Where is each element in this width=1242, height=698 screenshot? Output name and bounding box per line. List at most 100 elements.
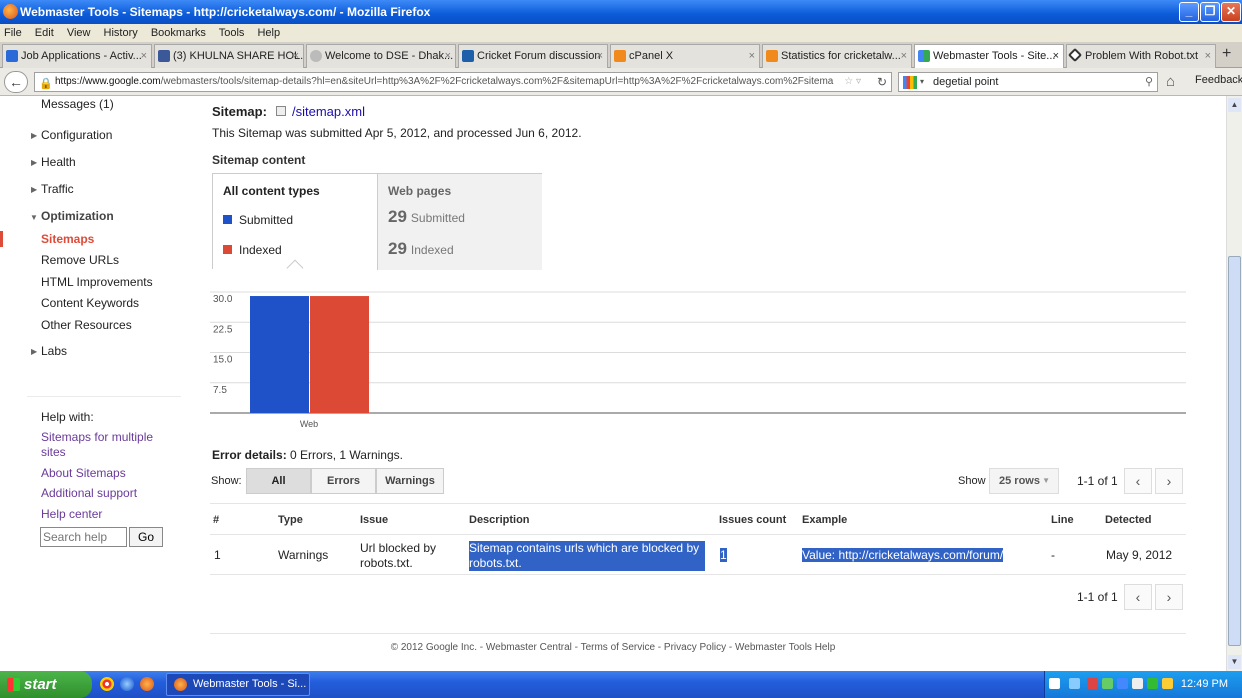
tab-job-applications[interactable]: Job Applications - Activ... × [2,44,152,68]
sidebar-item-html-improvements[interactable]: HTML Improvements [41,275,153,289]
prev-page-button-bottom[interactable]: ‹ [1124,584,1152,610]
all-content-types-tab[interactable]: All content types Submitted Indexed [213,174,377,277]
bookmark-star-icon[interactable]: ☆ ▿ [842,73,861,91]
sidebar-item-remove-urls[interactable]: Remove URLs [41,253,119,267]
tab-webmaster-tools[interactable]: Webmaster Tools - Site... × [914,44,1064,69]
go-button[interactable]: Go [129,527,163,547]
sidebar-item-other-resources[interactable]: Other Resources [41,318,132,332]
sidebar-item-traffic[interactable]: Traffic [41,182,74,196]
tray-icon[interactable] [1147,678,1158,689]
maximize-button[interactable]: ❐ [1200,2,1220,22]
col-header-issues-count[interactable]: Issues count [719,514,786,526]
web-indexed: 29 Indexed [388,239,454,259]
filter-all-button[interactable]: All [246,468,311,494]
next-page-button-bottom[interactable]: › [1155,584,1183,610]
menu-file[interactable]: File [4,27,22,39]
volume-tray-icon[interactable] [1162,678,1173,689]
close-window-button[interactable]: ✕ [1221,2,1241,22]
menu-help[interactable]: Help [257,27,280,39]
menu-history[interactable]: History [104,27,138,39]
tab-close-icon[interactable]: × [1053,45,1059,67]
help-link-multiple-sites[interactable]: Sitemaps for multiple sites [41,430,171,460]
back-button[interactable]: ← [4,71,28,93]
sidebar-item-content-keywords[interactable]: Content Keywords [41,296,139,310]
security-tray-icon[interactable] [1087,678,1098,689]
feedback-button[interactable]: Feedback [1195,74,1242,86]
menu-view[interactable]: View [67,27,91,39]
sidebar-item-configuration[interactable]: Configuration [41,128,112,142]
url-path: /webmasters/tools/sitemap-details?hl=en&… [160,76,834,87]
reload-icon[interactable]: ↻ [876,73,887,91]
tab-khulna-share[interactable]: (3) KHULNA SHARE HOL... × [154,44,304,68]
active-indicator [0,231,3,247]
sidebar-item-messages[interactable]: Messages (1) [41,97,114,111]
network-tray-icon[interactable] [1069,678,1080,689]
tray-icon[interactable] [1132,678,1143,689]
taskbar-item-firefox[interactable]: Webmaster Tools - Si... [166,673,310,696]
next-page-button[interactable]: › [1155,468,1183,494]
tab-cpanel[interactable]: cPanel X × [610,44,760,68]
tab-close-icon[interactable]: × [141,45,147,67]
rows-per-page-select[interactable]: 25 rows ▼ [989,468,1059,494]
col-header-issue[interactable]: Issue [360,514,388,526]
pagination-text: 1-1 of 1 [1077,474,1118,488]
firefox-quicklaunch-icon[interactable] [140,677,154,691]
url-bar[interactable]: 🔒 https://www.google.com/webmasters/tool… [34,72,892,92]
new-tab-button[interactable]: + [1222,45,1231,63]
chrome-icon[interactable] [100,677,114,691]
legend-submitted-label: Submitted [239,213,294,227]
menu-tools[interactable]: Tools [219,27,245,39]
col-header-type[interactable]: Type [278,514,303,526]
col-header-detected[interactable]: Detected [1105,514,1151,526]
tab-label: Webmaster Tools - Site... [933,50,1056,62]
caret-down-icon: ▼ [30,213,38,222]
search-bar[interactable]: ▾ degetial point ⚲ [898,72,1158,92]
web-pages-tab[interactable]: Web pages 29 Submitted 29 Indexed [377,174,542,270]
row-example[interactable]: Value: http://cricketalways.com/forum/ [802,548,1004,562]
tab-close-icon[interactable]: × [445,45,451,67]
tab-close-icon[interactable]: × [1205,45,1211,67]
search-help-input[interactable] [40,527,127,547]
scroll-down-icon[interactable]: ▼ [1228,655,1241,669]
magnifier-icon[interactable]: ⚲ [1145,73,1153,91]
vertical-scrollbar[interactable]: ▲ ▼ [1226,96,1242,671]
chevron-down-icon[interactable]: ▾ [920,73,924,91]
help-link-help-center[interactable]: Help center [41,507,102,521]
help-link-about-sitemaps[interactable]: About Sitemaps [41,466,126,480]
tab-close-icon[interactable]: × [293,45,299,67]
sidebar-item-labs[interactable]: Labs [41,344,67,358]
tray-icon[interactable] [1117,678,1128,689]
scroll-up-icon[interactable]: ▲ [1228,98,1241,112]
menu-edit[interactable]: Edit [35,27,54,39]
sidebar-item-sitemaps[interactable]: Sitemaps [41,232,94,246]
tab-close-icon[interactable]: × [597,45,603,67]
help-tray-icon[interactable] [1049,678,1060,689]
sitemap-link[interactable]: /sitemap.xml [292,104,365,119]
help-link-additional-support[interactable]: Additional support [41,486,137,500]
filter-warnings-button[interactable]: Warnings [376,468,444,494]
tab-dse[interactable]: Welcome to DSE - Dhak... × [306,44,456,68]
chevron-down-icon: ▼ [1042,476,1050,485]
error-summary: 0 Errors, 1 Warnings. [290,448,403,462]
row-detected: May 9, 2012 [1106,548,1173,562]
start-button[interactable]: start [0,671,92,698]
tray-icon[interactable] [1102,678,1113,689]
tab-problem-robot[interactable]: Problem With Robot.txt × [1066,44,1216,68]
sidebar-item-optimization[interactable]: Optimization [41,209,114,223]
col-header-number[interactable]: # [213,514,219,526]
col-header-line[interactable]: Line [1051,514,1074,526]
tab-close-icon[interactable]: × [901,45,907,67]
home-icon[interactable]: ⌂ [1166,73,1175,90]
tab-statistics[interactable]: Statistics for cricketalw... × [762,44,912,68]
internet-explorer-icon[interactable] [120,677,134,691]
sidebar-item-health[interactable]: Health [41,155,76,169]
col-header-example[interactable]: Example [802,514,847,526]
filter-errors-button[interactable]: Errors [311,468,376,494]
minimize-button[interactable]: _ [1179,2,1199,22]
tab-cricket-forum[interactable]: Cricket Forum discussion × [458,44,608,68]
scroll-thumb[interactable] [1228,256,1241,646]
tab-close-icon[interactable]: × [749,45,755,67]
prev-page-button[interactable]: ‹ [1124,468,1152,494]
menu-bookmarks[interactable]: Bookmarks [151,27,206,39]
col-header-description[interactable]: Description [469,514,530,526]
